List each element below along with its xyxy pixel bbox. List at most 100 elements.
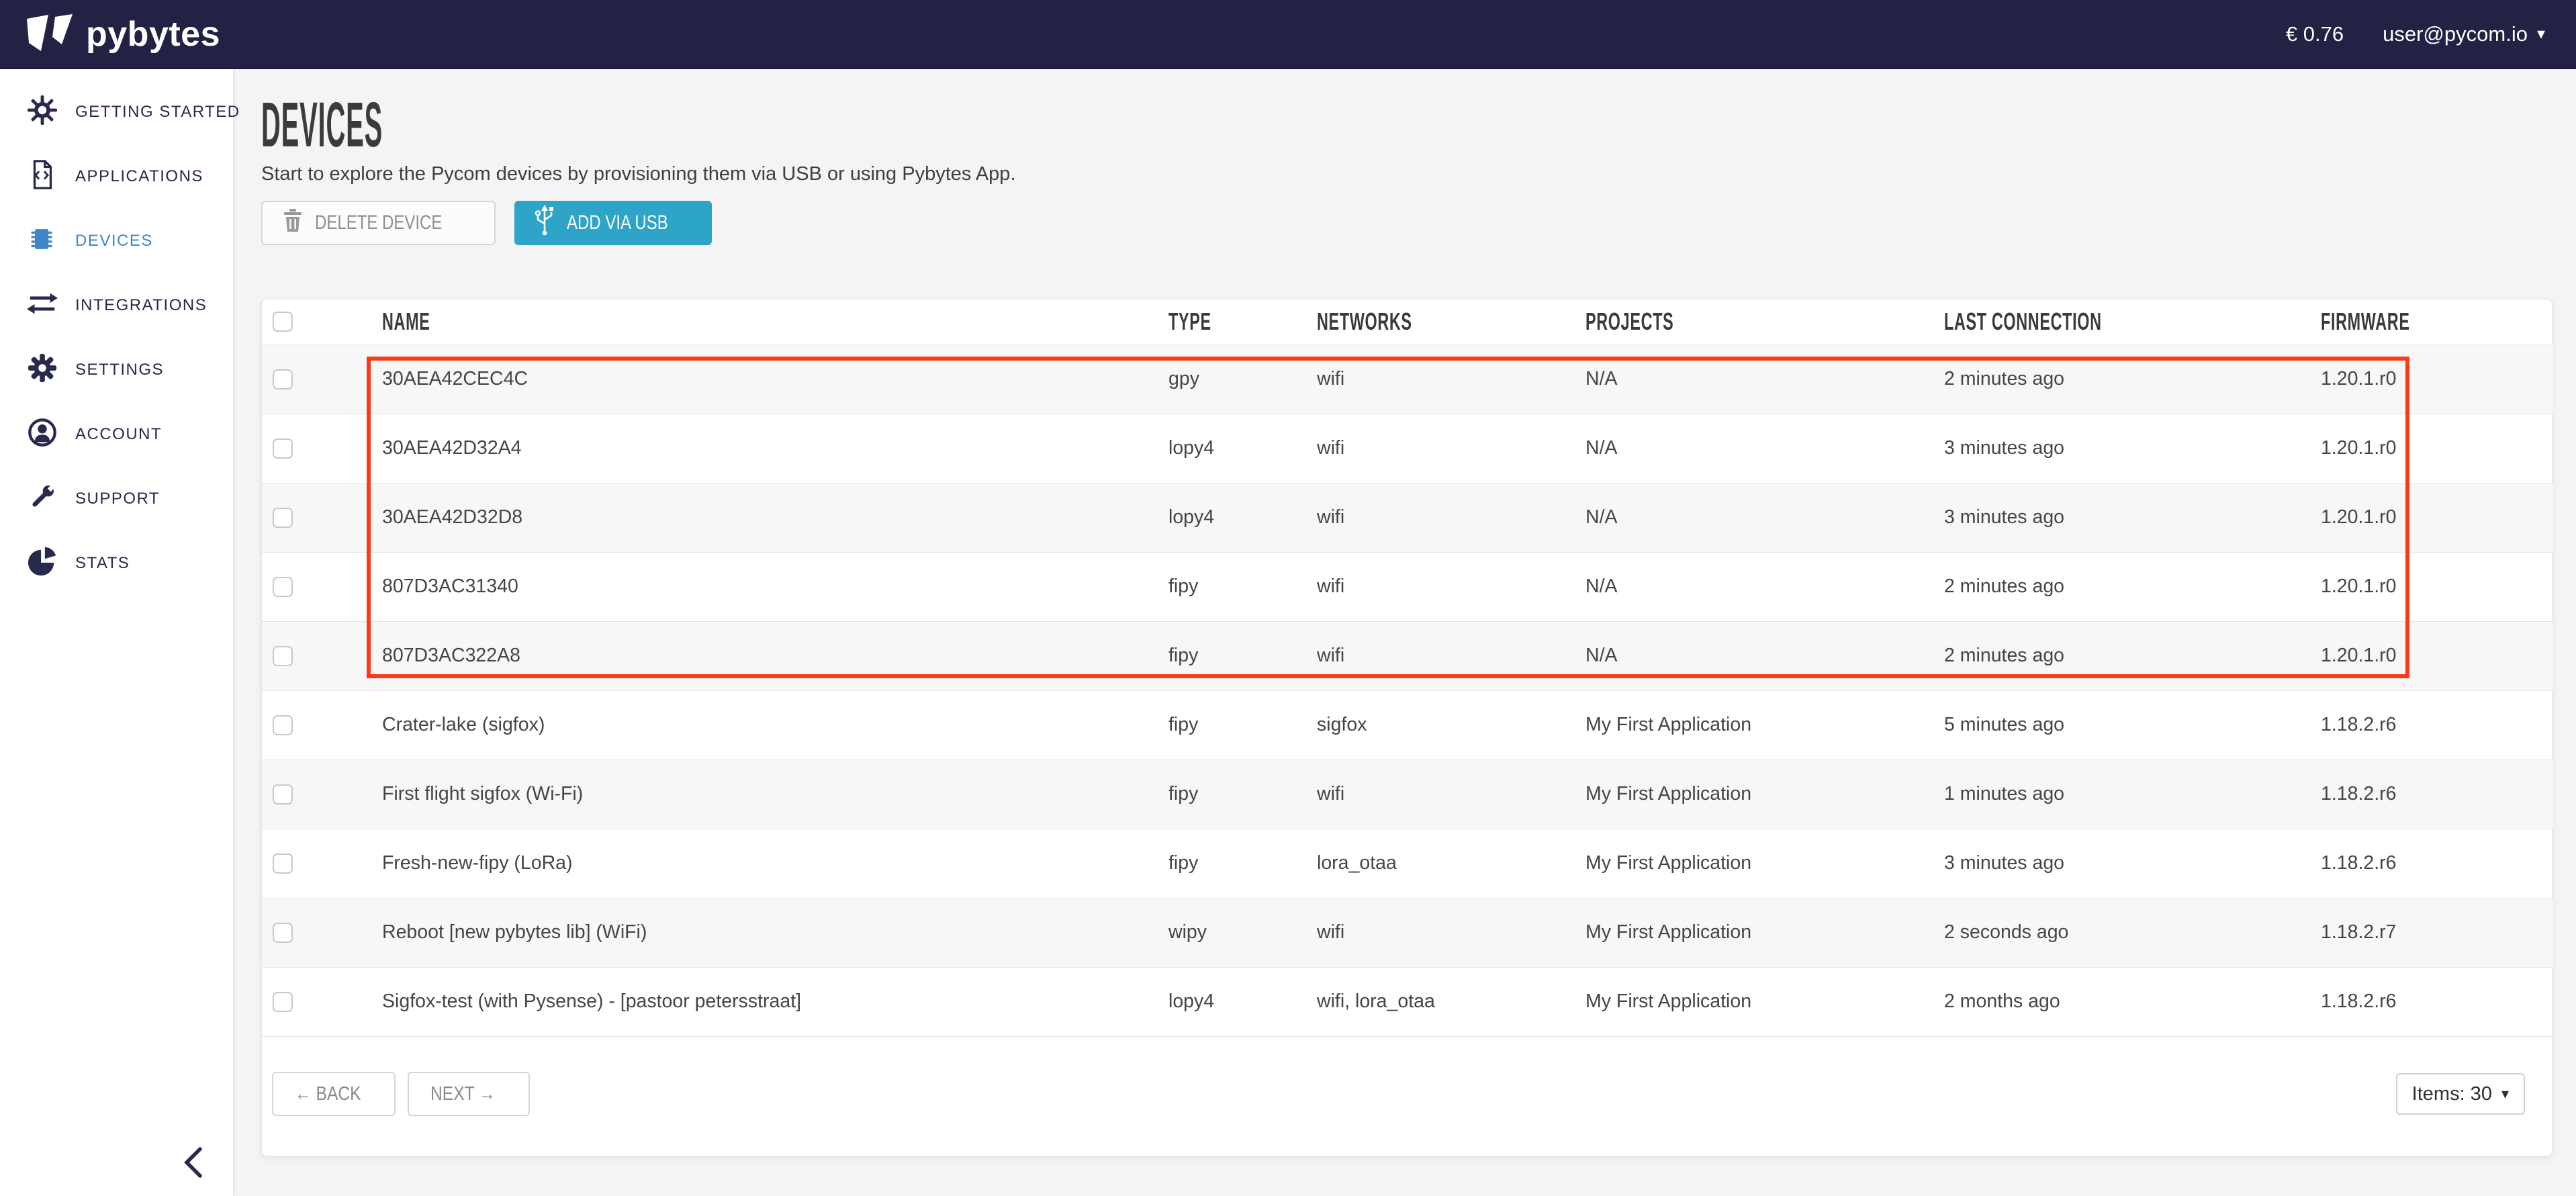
table-row[interactable]: Reboot [new pybytes lib] (WiFi) wipy wif… (262, 898, 2553, 967)
column-header-name: NAME (374, 300, 1160, 344)
row-checkbox[interactable] (273, 508, 293, 528)
cell-firmware: 1.20.1.r0 (2313, 552, 2553, 621)
trash-icon (283, 209, 303, 237)
devices-table-card: NAME TYPE NETWORKS PROJECTS LAST CONNECT… (261, 299, 2552, 1156)
row-checkbox[interactable] (273, 369, 293, 389)
column-header-firmware: FIRMWARE (2313, 300, 2553, 344)
cell-type: fipy (1160, 621, 1309, 690)
table-row[interactable]: Sigfox-test (with Pysense) - [pastoor pe… (262, 967, 2553, 1036)
cell-networks: wifi (1309, 898, 1577, 967)
select-all-checkbox[interactable] (273, 312, 293, 332)
sidebar-item-account[interactable]: ACCOUNT (0, 402, 233, 467)
cell-name: 30AEA42D32A4 (374, 414, 1160, 483)
cell-name: 30AEA42D32D8 (374, 483, 1160, 552)
pagination: ← BACK NEXT → Items: 30 ▾ (272, 1072, 2525, 1116)
row-checkbox[interactable] (273, 923, 293, 943)
cell-type: lopy4 (1160, 483, 1309, 552)
table-row[interactable]: 30AEA42CEC4C gpy wifi N/A 2 minutes ago … (262, 344, 2553, 414)
swap-arrows-icon (27, 288, 58, 324)
row-checkbox[interactable] (273, 854, 293, 874)
row-checkbox[interactable] (273, 577, 293, 597)
cell-firmware: 1.18.2.r6 (2313, 690, 2553, 760)
page-title: DEVICES (261, 93, 383, 157)
cell-firmware: 1.20.1.r0 (2313, 344, 2553, 414)
next-button-label: NEXT → (430, 1083, 496, 1105)
caret-down-icon: ▾ (2501, 1085, 2509, 1103)
table-row[interactable]: 30AEA42D32A4 lopy4 wifi N/A 3 minutes ag… (262, 414, 2553, 483)
chip-icon (27, 224, 58, 259)
sidebar-item-devices[interactable]: DEVICES (0, 209, 233, 273)
cell-networks: wifi, lora_otaa (1309, 967, 1577, 1036)
cell-networks: lora_otaa (1309, 829, 1577, 898)
next-button[interactable]: NEXT → (408, 1072, 530, 1116)
cell-firmware: 1.18.2.r6 (2313, 967, 2553, 1036)
table-header-row: NAME TYPE NETWORKS PROJECTS LAST CONNECT… (262, 300, 2553, 344)
sidebar-item-getting-started[interactable]: GETTING STARTED (0, 80, 233, 144)
row-checkbox[interactable] (273, 646, 293, 666)
cell-networks: wifi (1309, 760, 1577, 829)
caret-down-icon: ▾ (2537, 24, 2545, 44)
sidebar-item-label: ACCOUNT (75, 425, 162, 444)
cell-last-connection: 2 months ago (1936, 967, 2313, 1036)
row-checkbox[interactable] (273, 992, 293, 1012)
items-per-page-dropdown[interactable]: Items: 30 ▾ (2396, 1073, 2525, 1115)
cell-networks: wifi (1309, 483, 1577, 552)
cell-projects: N/A (1577, 483, 1936, 552)
add-via-usb-label: ADD VIA USB (567, 212, 668, 234)
cell-type: lopy4 (1160, 414, 1309, 483)
logo-text: pybytes (86, 14, 220, 54)
table-row[interactable]: 30AEA42D32D8 lopy4 wifi N/A 3 minutes ag… (262, 483, 2553, 552)
add-via-usb-button[interactable]: ADD VIA USB (514, 201, 712, 245)
cell-firmware: 1.18.2.r6 (2313, 829, 2553, 898)
cell-last-connection: 2 minutes ago (1936, 344, 2313, 414)
items-per-page-label: Items: 30 (2412, 1083, 2492, 1105)
topbar: pybytes € 0.76 user@pycom.io ▾ (0, 0, 2576, 69)
cell-type: gpy (1160, 344, 1309, 414)
user-menu[interactable]: user@pycom.io ▾ (2383, 22, 2545, 46)
cell-name: 30AEA42CEC4C (374, 344, 1160, 414)
cell-last-connection: 1 minutes ago (1936, 760, 2313, 829)
wrench-icon (27, 481, 58, 517)
cell-name: First flight sigfox (Wi-Fi) (374, 760, 1160, 829)
usb-icon (533, 205, 556, 241)
cell-projects: My First Application (1577, 760, 1936, 829)
cell-firmware: 1.18.2.r7 (2313, 898, 2553, 967)
sidebar-item-settings[interactable]: SETTINGS (0, 338, 233, 402)
table-row[interactable]: 807D3AC31340 fipy wifi N/A 2 minutes ago… (262, 552, 2553, 621)
code-file-icon (27, 159, 58, 195)
cell-projects: N/A (1577, 621, 1936, 690)
row-checkbox[interactable] (273, 439, 293, 459)
cell-type: wipy (1160, 898, 1309, 967)
user-email: user@pycom.io (2383, 22, 2528, 46)
sidebar-item-support[interactable]: SUPPORT (0, 467, 233, 531)
cell-firmware: 1.20.1.r0 (2313, 414, 2553, 483)
table-row[interactable]: Fresh-new-fipy (LoRa) fipy lora_otaa My … (262, 829, 2553, 898)
sidebar-item-applications[interactable]: APPLICATIONS (0, 144, 233, 209)
gear-icon (27, 353, 58, 388)
table-row[interactable]: Crater-lake (sigfox) fipy sigfox My Firs… (262, 690, 2553, 760)
cell-projects: N/A (1577, 414, 1936, 483)
pybytes-logo: pybytes (27, 13, 220, 55)
sidebar-item-label: SETTINGS (75, 361, 164, 379)
cell-type: fipy (1160, 690, 1309, 760)
delete-device-button[interactable]: DELETE DEVICE (261, 201, 496, 245)
table-row[interactable]: 807D3AC322A8 fipy wifi N/A 2 minutes ago… (262, 621, 2553, 690)
cell-name: 807D3AC31340 (374, 552, 1160, 621)
column-header-networks: NETWORKS (1309, 300, 1577, 344)
column-header-type: TYPE (1160, 300, 1309, 344)
sidebar: GETTING STARTED APPLICATIONS (0, 69, 234, 1196)
cell-type: fipy (1160, 552, 1309, 621)
sidebar-item-stats[interactable]: STATS (0, 531, 233, 596)
row-checkbox[interactable] (273, 715, 293, 735)
back-button[interactable]: ← BACK (272, 1072, 396, 1116)
sidebar-item-integrations[interactable]: INTEGRATIONS (0, 273, 233, 338)
cell-projects: My First Application (1577, 898, 1936, 967)
row-checkbox[interactable] (273, 784, 293, 804)
sidebar-collapse-button[interactable] (183, 1147, 204, 1181)
cell-networks: wifi (1309, 344, 1577, 414)
cell-last-connection: 3 minutes ago (1936, 414, 2313, 483)
cell-name: 807D3AC322A8 (374, 621, 1160, 690)
page-subtitle: Start to explore the Pycom devices by pr… (261, 163, 1016, 185)
cell-name: Sigfox-test (with Pysense) - [pastoor pe… (374, 967, 1160, 1036)
table-row[interactable]: First flight sigfox (Wi-Fi) fipy wifi My… (262, 760, 2553, 829)
